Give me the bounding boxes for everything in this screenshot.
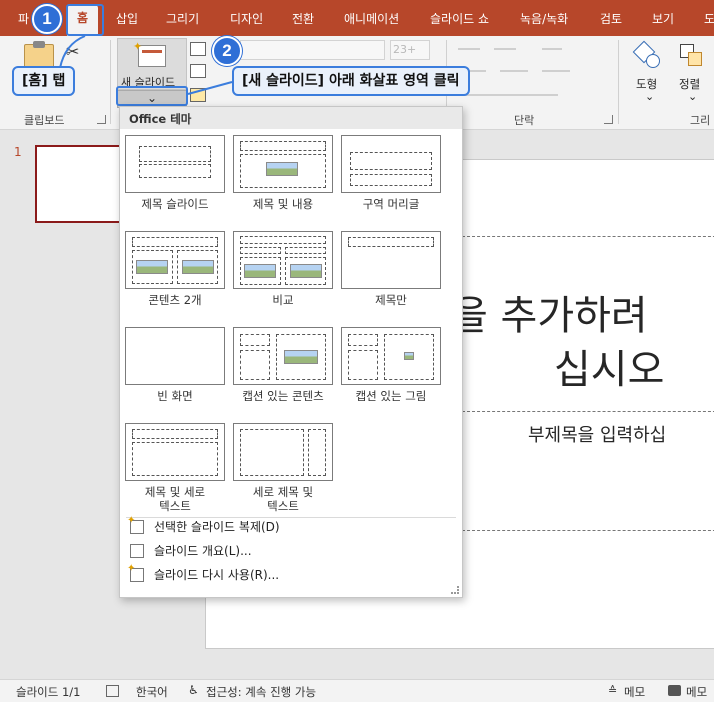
resize-grip-icon[interactable] <box>451 586 459 594</box>
clipboard-group-label: 클립보드 <box>24 114 65 127</box>
tab-more[interactable]: 도 <box>704 10 714 28</box>
new-slide-icon: ✦ <box>133 40 166 67</box>
notes-icon[interactable]: ≙ <box>608 684 617 697</box>
numbering-icon[interactable] <box>494 48 516 50</box>
layout-title-only[interactable] <box>341 231 441 289</box>
clipboard-launcher-icon[interactable] <box>97 115 106 124</box>
tab-review[interactable]: 검토 <box>600 10 622 28</box>
spellcheck-icon[interactable] <box>106 685 119 697</box>
layout-two-content[interactable] <box>125 231 225 289</box>
layout-comparison[interactable] <box>233 231 333 289</box>
tab-transitions[interactable]: 전환 <box>292 10 314 28</box>
new-slide-button[interactable]: ✦ 새 슬라이드 <box>117 38 187 90</box>
reset-icon[interactable] <box>190 64 206 78</box>
font-name-box[interactable] <box>240 40 385 60</box>
arrange-caret-icon[interactable]: ⌄ <box>688 90 697 103</box>
font-size-value: 23+ <box>393 43 417 56</box>
layout-icon[interactable] <box>190 42 206 56</box>
slide-title-line-1: 을 추가하려 <box>451 293 648 339</box>
layout-picture-caption[interactable] <box>341 327 441 385</box>
tab-draw[interactable]: 그리기 <box>166 10 199 28</box>
language-status[interactable]: 한국어 <box>136 684 168 700</box>
gallery-header: Office 테마 <box>120 107 462 129</box>
layout-label-comparison: 비교 <box>272 293 294 307</box>
tab-view[interactable]: 보기 <box>652 10 674 28</box>
shape-caret-icon[interactable]: ⌄ <box>645 90 654 103</box>
tab-insert[interactable]: 삽입 <box>116 10 138 28</box>
layout-title-vertical-text[interactable] <box>125 423 225 481</box>
duplicate-slides-item[interactable]: ✦ 선택한 슬라이드 복제(D) <box>124 516 458 538</box>
ribbon-tab-bar: 파 홈 삽입 그리기 디자인 전환 애니메이션 슬라이드 쇼 녹음/녹화 검토 … <box>0 0 714 36</box>
layout-label-title-vertical-text: 제목 및 세로 텍스트 <box>144 485 206 513</box>
outline-icon <box>130 544 144 558</box>
columns-icon[interactable] <box>500 70 528 72</box>
status-bar: 슬라이드 1/1 한국어 ♿ 접근성: 계속 진행 가능 ≙ 메모 메모 <box>0 679 714 702</box>
align-row-icon[interactable] <box>458 94 558 96</box>
line-spacing-icon[interactable] <box>542 48 562 50</box>
layout-label-title-only: 제목만 <box>375 293 407 307</box>
callout-1: [홈] 탭 <box>12 66 76 96</box>
tab-animations[interactable]: 애니메이션 <box>344 10 399 28</box>
layout-label-section-header: 구역 머리글 <box>362 197 420 211</box>
layout-label-vertical-title-text: 세로 제목 및 텍스트 <box>252 485 314 513</box>
slide-subtitle: 부제목을 입력하십 <box>528 425 667 446</box>
callout-1-connector <box>59 35 86 69</box>
home-tab-highlight <box>66 4 104 36</box>
new-slide-layout-gallery: Office 테마 제목 슬라이드 제목 및 내용 구역 머리글 콘텐츠 2개 … <box>119 106 463 598</box>
layout-label-title-content: 제목 및 내용 <box>252 197 314 211</box>
comments-icon[interactable] <box>668 685 681 696</box>
layout-label-two-content: 콘텐츠 2개 <box>148 293 202 307</box>
step-1-badge: 1 <box>32 4 62 34</box>
layout-content-caption[interactable] <box>233 327 333 385</box>
layout-label-picture-caption: 캡션 있는 그림 <box>355 389 427 403</box>
direction-icon[interactable] <box>542 70 570 72</box>
layout-section-header[interactable] <box>341 135 441 193</box>
comments-button[interactable]: 메모 <box>686 684 707 700</box>
layout-blank[interactable] <box>125 327 225 385</box>
slide-count: 슬라이드 1/1 <box>16 685 81 699</box>
dropdown-arrow-highlight <box>116 86 188 106</box>
reuse-icon: ✦ <box>127 564 144 582</box>
notes-button[interactable]: 메모 <box>624 684 645 700</box>
tab-design[interactable]: 디자인 <box>230 10 263 28</box>
duplicate-icon: ✦ <box>127 516 144 534</box>
thumbnail-number: 1 <box>14 145 22 159</box>
slide-title-line-2: 십시오 <box>554 347 665 393</box>
bullets-icon[interactable] <box>458 48 480 50</box>
layout-title-content[interactable] <box>233 135 333 193</box>
slides-from-outline-item[interactable]: 슬라이드 개요(L)... <box>124 540 458 562</box>
step-2-badge: 2 <box>212 36 242 66</box>
layout-vertical-title-text[interactable] <box>233 423 333 481</box>
layout-title-slide[interactable] <box>125 135 225 193</box>
tab-file[interactable]: 파 <box>18 10 29 28</box>
accessibility-icon[interactable]: ♿ <box>188 683 199 697</box>
paragraph-group-label: 단락 <box>514 114 535 127</box>
drawing-group-label: 그리 <box>690 114 711 127</box>
shape-icon[interactable] <box>632 40 662 70</box>
layout-label-blank: 빈 화면 <box>157 389 193 403</box>
tab-slideshow[interactable]: 슬라이드 쇼 <box>430 10 489 28</box>
font-size-box[interactable]: 23+ <box>390 40 430 60</box>
arrange-icon[interactable] <box>678 42 706 70</box>
callout-2: [새 슬라이드] 아래 화살표 영역 클릭 <box>232 66 470 96</box>
reuse-slides-item[interactable]: ✦ 슬라이드 다시 사용(R)... <box>124 564 458 586</box>
callout-2-connector <box>187 81 233 95</box>
accessibility-status[interactable]: 접근성: 계속 진행 가능 <box>206 684 316 700</box>
paragraph-launcher-icon[interactable] <box>604 115 613 124</box>
tab-recording[interactable]: 녹음/녹화 <box>520 10 568 28</box>
layout-label-content-caption: 캡션 있는 콘텐츠 <box>242 389 324 403</box>
layout-label-title-slide: 제목 슬라이드 <box>141 197 209 211</box>
